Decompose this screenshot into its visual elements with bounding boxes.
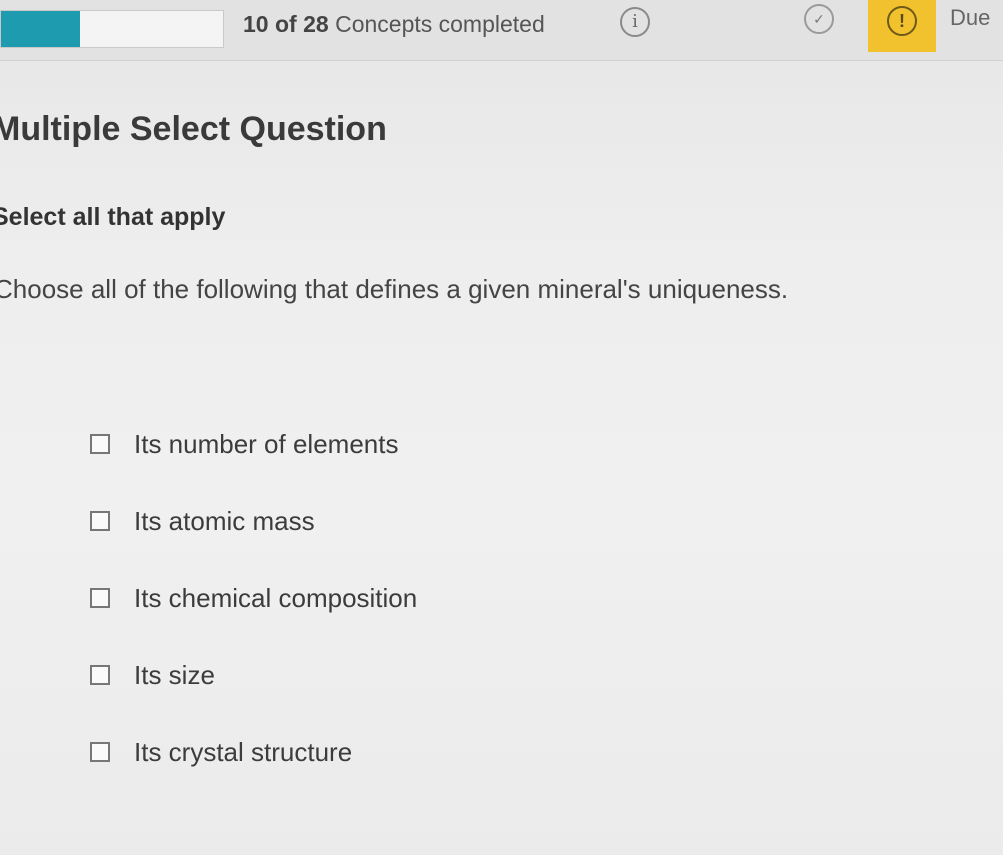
- answer-option[interactable]: Its number of elements: [90, 424, 417, 464]
- answer-options-list: Its number of elements Its atomic mass I…: [90, 424, 417, 809]
- progress-bar-fill: [1, 11, 81, 47]
- page: 10 of 28 Concepts completed i ✓ ! Due Mu…: [0, 0, 1003, 855]
- instruction-text: Select all that apply: [0, 203, 226, 231]
- progress-of-label: of: [274, 11, 297, 37]
- top-bar: 10 of 28 Concepts completed i ✓ ! Due: [0, 0, 1003, 61]
- progress-bar: [0, 10, 224, 48]
- question-prompt: Choose all of the following that defines…: [0, 274, 789, 304]
- answer-option-label: Its crystal structure: [134, 736, 353, 767]
- answer-option-label: Its number of elements: [134, 428, 399, 459]
- answer-option-label: Its size: [134, 659, 215, 690]
- answer-option[interactable]: Its atomic mass: [90, 501, 417, 541]
- exclamation-icon: !: [887, 6, 917, 36]
- question-type-heading: Multiple Select Question: [0, 110, 387, 148]
- answer-option[interactable]: Its chemical composition: [90, 578, 417, 618]
- answer-option[interactable]: Its crystal structure: [90, 732, 417, 772]
- checkbox[interactable]: [90, 665, 110, 685]
- checkbox[interactable]: [90, 511, 110, 531]
- due-label[interactable]: Due: [950, 5, 990, 31]
- checkbox[interactable]: [90, 434, 110, 454]
- answer-option-label: Its chemical composition: [134, 582, 418, 613]
- checkbox[interactable]: [90, 588, 110, 608]
- progress-suffix: Concepts completed: [335, 11, 545, 37]
- checkbox[interactable]: [90, 742, 110, 762]
- alert-button[interactable]: !: [868, 0, 936, 52]
- progress-completed-count: 10: [243, 11, 269, 37]
- check-circle-icon[interactable]: ✓: [804, 4, 834, 34]
- progress-text: 10 of 28 Concepts completed: [243, 10, 545, 38]
- answer-option[interactable]: Its size: [90, 655, 417, 695]
- answer-option-label: Its atomic mass: [134, 505, 315, 536]
- progress-total-count: 28: [303, 11, 329, 37]
- info-icon[interactable]: i: [620, 7, 650, 37]
